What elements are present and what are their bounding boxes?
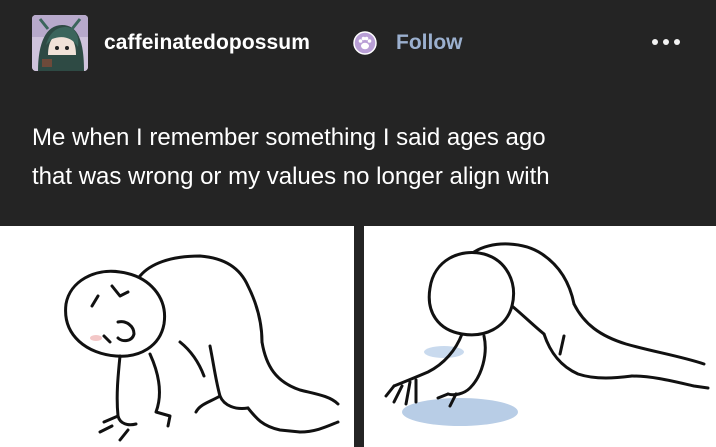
melting-figure-illustration — [384, 242, 710, 426]
more-options-icon[interactable] — [652, 36, 686, 48]
meme-panel-left — [0, 226, 354, 447]
user-avatar[interactable] — [32, 15, 88, 71]
paw-badge-icon — [353, 31, 377, 55]
crouching-figure-illustration — [64, 254, 340, 442]
meme-panel-right — [364, 226, 716, 447]
tumblr-post: caffeinatedopossum Follow Me when I reme… — [0, 0, 716, 447]
follow-button[interactable]: Follow — [396, 31, 463, 55]
post-header: caffeinatedopossum Follow — [0, 0, 716, 90]
username[interactable]: caffeinatedopossum — [104, 31, 310, 55]
post-caption: Me when I remember something I said ages… — [32, 118, 692, 196]
caption-line: that was wrong or my values no longer al… — [32, 163, 550, 190]
caption-line: Me when I remember something I said ages… — [32, 124, 546, 151]
